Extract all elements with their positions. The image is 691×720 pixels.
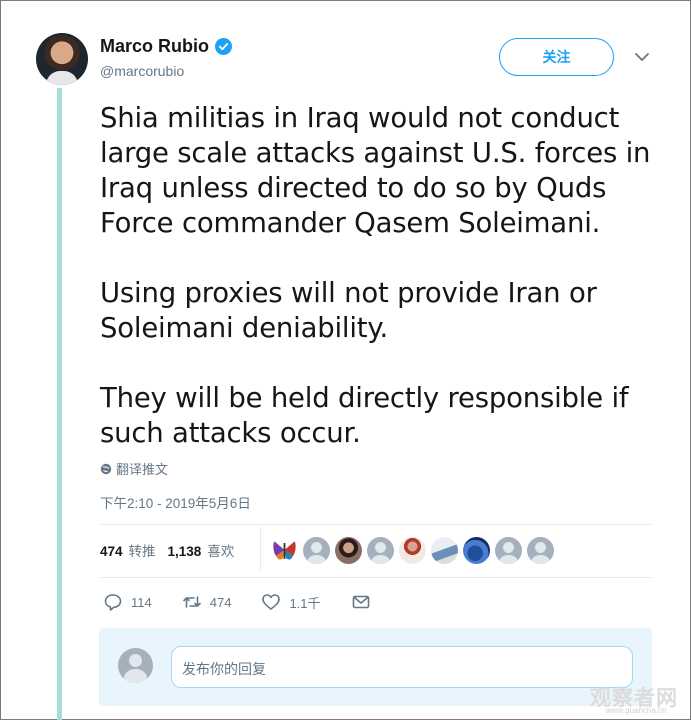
message-icon: [352, 595, 369, 609]
translate-label[interactable]: 翻译推文: [116, 459, 168, 478]
tweet-stats: 474 转推 1,138 喜欢: [100, 540, 246, 560]
divider: [100, 524, 652, 525]
chevron-down-icon[interactable]: [634, 51, 650, 63]
user-avatar: [118, 648, 153, 683]
tweet-paragraph: Shia militias in Iraq would not conduct …: [100, 102, 651, 239]
divider: [100, 577, 652, 578]
author-handle[interactable]: @marcorubio: [100, 63, 184, 79]
reply-input[interactable]: 发布你的回复: [171, 646, 633, 688]
globe-icon: [100, 463, 112, 474]
liker-avatar[interactable]: [367, 537, 394, 564]
translate-tweet-link[interactable]: 翻译推文: [100, 459, 168, 478]
like-icon: [262, 594, 281, 610]
follow-button[interactable]: 关注: [499, 38, 614, 76]
liker-avatar[interactable]: [463, 537, 490, 564]
tweet-paragraph: Using proxies will not provide Iran or S…: [100, 277, 597, 344]
liker-avatar[interactable]: [271, 537, 298, 564]
likes-label: 喜欢: [207, 544, 235, 559]
tweet-paragraph: They will be held directly responsible i…: [100, 382, 629, 449]
direct-message-action[interactable]: [351, 592, 371, 612]
tweet-timestamp[interactable]: 下午2:10 - 2019年5月6日: [100, 492, 251, 512]
like-count: 1.1千: [289, 595, 321, 611]
watermark-url: www.guancha.cn: [606, 706, 667, 715]
retweet-action[interactable]: 474: [182, 592, 232, 612]
author-avatar[interactable]: [36, 33, 88, 85]
retweet-count: 474: [209, 594, 232, 610]
author-name[interactable]: Marco Rubio: [100, 36, 209, 57]
liker-avatar[interactable]: [303, 537, 330, 564]
liker-avatar[interactable]: [495, 537, 522, 564]
reply-icon: [104, 594, 122, 611]
liker-avatar[interactable]: [399, 537, 426, 564]
reply-count: 114: [131, 594, 152, 610]
thread-line: [57, 88, 62, 720]
liker-avatar[interactable]: [527, 537, 554, 564]
like-action[interactable]: 1.1千: [261, 592, 321, 612]
likes-count: 1,138: [167, 544, 202, 559]
tweet-actions: 114 474 1.1千: [103, 592, 401, 612]
author-name-row[interactable]: Marco Rubio: [100, 36, 233, 57]
liker-avatar[interactable]: [335, 537, 362, 564]
retweets-stat[interactable]: 474 转推: [100, 540, 156, 560]
retweets-count: 474: [100, 544, 123, 559]
verified-badge-icon: [215, 38, 233, 55]
reply-action[interactable]: 114: [103, 592, 152, 612]
stats-separator: [260, 527, 261, 571]
retweet-icon: [182, 596, 201, 608]
likers-avatars: [271, 537, 554, 564]
retweets-label: 转推: [128, 544, 156, 559]
liker-avatar[interactable]: [431, 537, 458, 564]
likes-stat[interactable]: 1,138 喜欢: [168, 540, 235, 560]
tweet-text: Shia militias in Iraq would not conduct …: [100, 101, 660, 486]
